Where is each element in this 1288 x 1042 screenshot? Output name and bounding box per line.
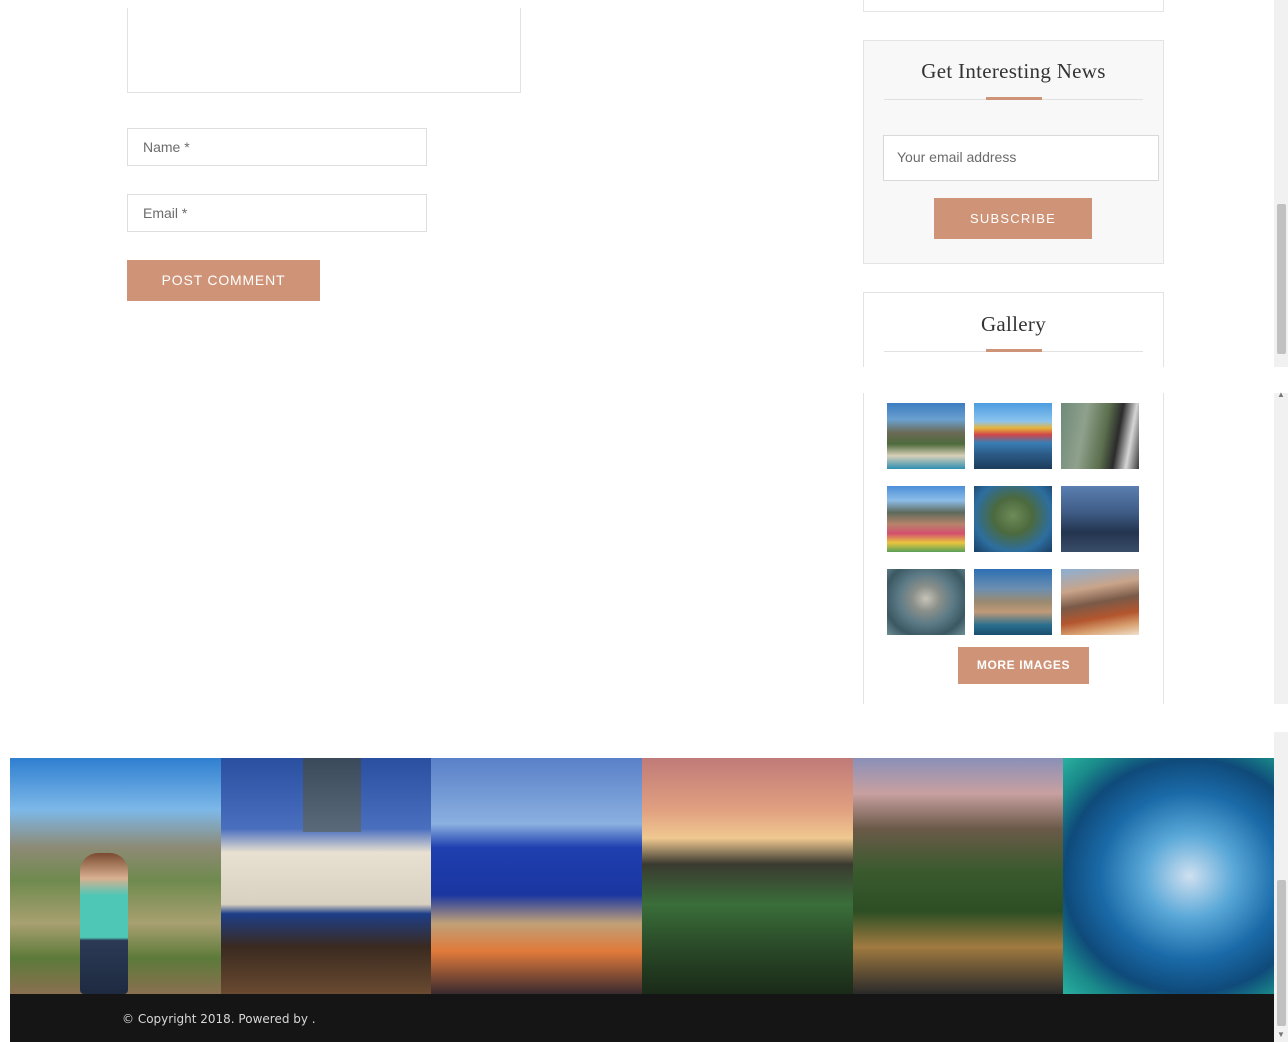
previous-widget-bottom [863, 0, 1164, 12]
subscribe-button[interactable]: SUBSCRIBE [934, 198, 1092, 239]
comment-textarea[interactable] [127, 8, 521, 93]
scrollbar-thumb-upper[interactable] [1277, 204, 1286, 354]
post-comment-button[interactable]: POST COMMENT [127, 260, 320, 301]
gallery-thumb-2[interactable] [974, 403, 1052, 469]
page-scrollbar[interactable]: ▲ ▼ [1274, 0, 1288, 1042]
newsletter-email-input[interactable]: Your email address [883, 135, 1159, 181]
gallery-thumb-8[interactable] [974, 569, 1052, 635]
gallery-thumb-6[interactable] [1061, 486, 1139, 552]
copyright-text: © Copyright 2018. Powered by . [122, 1012, 316, 1026]
footer-photo-5[interactable] [852, 758, 1064, 994]
name-placeholder: Name * [143, 139, 190, 155]
email-field[interactable]: Email * [127, 194, 427, 232]
gallery-thumb-4[interactable] [887, 486, 965, 552]
site-footer: © Copyright 2018. Powered by . [10, 994, 1274, 1042]
newsletter-email-placeholder: Your email address [897, 149, 1017, 165]
gallery-thumb-3[interactable] [1061, 403, 1139, 469]
scrollbar-gap-lower [1274, 704, 1288, 732]
gallery-title-accent [985, 349, 1042, 352]
footer-photo-3[interactable] [431, 758, 643, 994]
gallery-thumb-9[interactable] [1061, 569, 1139, 635]
footer-photo-strip [10, 758, 1275, 994]
gallery-widget-body: MORE IMAGES [863, 393, 1164, 704]
newsletter-widget: Get Interesting News Your email address … [863, 40, 1164, 264]
gallery-title: Gallery [980, 312, 1047, 336]
email-placeholder: Email * [143, 205, 188, 221]
footer-photo-4[interactable] [642, 758, 853, 994]
gallery-widget-header: Gallery [863, 292, 1164, 367]
more-images-button[interactable]: MORE IMAGES [958, 647, 1089, 684]
name-field[interactable]: Name * [127, 128, 427, 166]
gallery-thumb-7[interactable] [887, 569, 965, 635]
newsletter-title: Get Interesting News [921, 59, 1106, 83]
footer-photo-6[interactable] [1063, 758, 1275, 994]
footer-photo-1[interactable] [10, 758, 221, 994]
gallery-thumb-5[interactable] [974, 486, 1052, 552]
scroll-up-arrow-icon[interactable]: ▲ [1274, 388, 1288, 402]
newsletter-title-accent [985, 97, 1042, 100]
scrollbar-thumb-lower[interactable] [1277, 880, 1286, 1026]
scroll-down-arrow-icon[interactable]: ▼ [1274, 1028, 1288, 1042]
gallery-thumb-1[interactable] [887, 403, 965, 469]
footer-photo-2[interactable] [220, 758, 432, 994]
